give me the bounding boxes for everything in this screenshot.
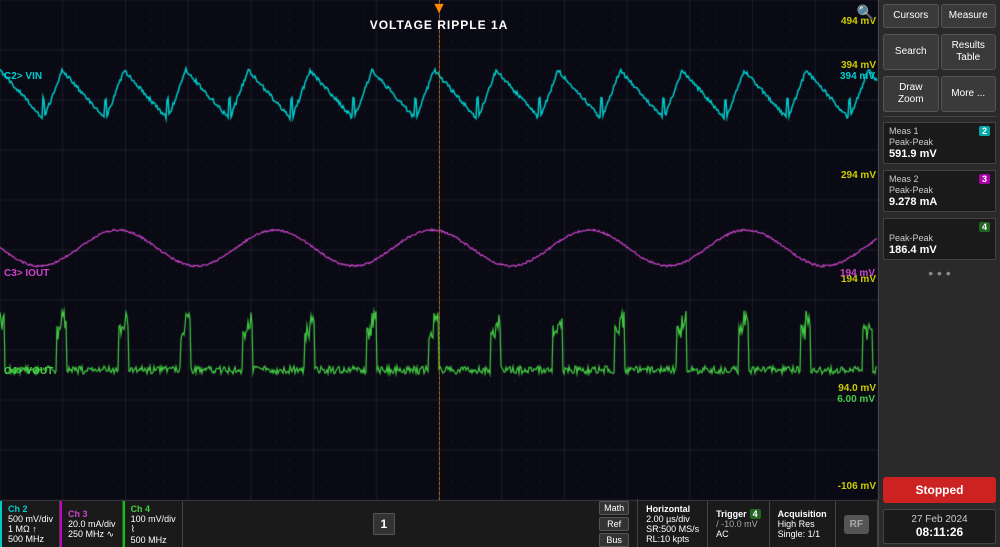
ch2-bw: 500 MHz	[8, 534, 53, 544]
status-bar: Ch 2 500 mV/div 1 MΩ ↑ 500 MHz Ch 3 20.0…	[0, 500, 878, 547]
measure-button[interactable]: Measure	[941, 4, 997, 28]
math-button[interactable]: Math	[599, 501, 629, 515]
acquisition-label: Acquisition	[778, 509, 827, 519]
top-btn-row: Cursors Measure	[879, 0, 1000, 30]
meas2-label: Meas 2	[889, 174, 919, 184]
dots-indicator: • • •	[879, 265, 1000, 283]
bus-button[interactable]: Bus	[599, 533, 629, 547]
meas1-value: 591.9 mV	[889, 148, 990, 160]
voltage-label-2: 394 mV	[841, 60, 876, 71]
horizontal-status: Horizontal 2.00 µs/div SR:500 MS/s RL:10…	[638, 501, 708, 547]
rf-section: RF	[836, 501, 878, 547]
acquisition-single: Single: 1/1	[778, 529, 827, 539]
status-mid: 1	[183, 513, 591, 535]
datetime-box: 27 Feb 2024 08:11:26	[883, 509, 996, 544]
ch3-div: 20.0 mA/div	[68, 519, 116, 529]
rp-divider-1	[883, 116, 996, 117]
meas3-type: Peak-Peak	[889, 233, 990, 243]
voltage-label-5: 94.0 mV	[838, 383, 876, 394]
ch3-status-label: Ch 3	[68, 509, 116, 519]
search-button[interactable]: Search	[883, 34, 939, 70]
rp-spacer	[879, 285, 1000, 474]
search-btn-row: Search Results Table	[879, 30, 1000, 72]
ch3-status: Ch 3 20.0 mA/div 250 MHz ∿	[60, 501, 123, 547]
more-button[interactable]: More ...	[941, 76, 997, 112]
ch4-right-label: 6.00 mV	[837, 394, 875, 405]
ch2-right-label: 394 mV	[840, 71, 875, 82]
ch4-bw: 500 MHz	[131, 535, 176, 545]
trigger-label: Trigger	[716, 509, 747, 519]
meas1-type: Peak-Peak	[889, 137, 990, 147]
scope-title: VOLTAGE RIPPLE 1A	[370, 18, 509, 32]
trigger-mode: AC	[716, 529, 761, 539]
meas2-type: Peak-Peak	[889, 185, 990, 195]
meas1-label: Meas 1	[889, 126, 919, 136]
bus-buttons: Math Ref Bus	[591, 499, 638, 547]
acquisition-mode: High Res	[778, 519, 827, 529]
search-scope-icon: 🔍	[857, 4, 874, 21]
date-display: 27 Feb 2024	[889, 514, 990, 525]
meas1-box: Meas 1 2 Peak-Peak 591.9 mV	[883, 122, 996, 164]
meas3-value: 186.4 mV	[889, 244, 990, 256]
horizontal-label: Horizontal	[646, 504, 699, 514]
draw-btn-row: Draw Zoom More ...	[879, 72, 1000, 114]
ch3-imp: 250 MHz ∿	[68, 529, 116, 540]
ch3-label: C3> IOUT	[4, 268, 49, 279]
oscilloscope-display: VOLTAGE RIPPLE 1A ▼ 494 mV 394 mV 294 mV…	[0, 0, 878, 547]
ch2-status: Ch 2 500 mV/div 1 MΩ ↑ 500 MHz	[0, 501, 60, 547]
acquisition-status: Acquisition High Res Single: 1/1	[770, 501, 836, 547]
trigger-indicator: ▼	[431, 0, 447, 18]
meas2-value: 9.278 mA	[889, 196, 990, 208]
rf-indicator: RF	[844, 515, 869, 534]
ch3-right-label: 194 mV	[840, 268, 875, 279]
right-panel: Cursors Measure Search Results Table Dra…	[878, 0, 1000, 547]
voltage-label-3: 294 mV	[841, 170, 876, 181]
trigger-status: Trigger 4 / -10.0 mV AC	[708, 501, 770, 547]
trigger-ch-badge: 4	[750, 509, 761, 519]
ch2-imp: 1 MΩ ↑	[8, 524, 53, 534]
meas1-ch: 2	[979, 126, 990, 136]
ch2-status-label: Ch 2	[8, 504, 53, 514]
meas3-ch: 4	[979, 222, 990, 232]
ch4-div: 100 mV/div	[131, 514, 176, 524]
ch2-div: 500 mV/div	[8, 514, 53, 524]
results-table-button[interactable]: Results Table	[941, 34, 997, 70]
horizontal-rl: RL:10 kpts	[646, 534, 699, 544]
meas2-ch: 3	[979, 174, 990, 184]
ch4-status: Ch 4 100 mV/div ⌇ 500 MHz	[123, 501, 183, 547]
trigger-slope: / -10.0 mV	[716, 519, 761, 529]
stopped-button[interactable]: Stopped	[883, 477, 996, 503]
ch4-label: C4> VOUT	[4, 366, 53, 377]
cursors-button[interactable]: Cursors	[883, 4, 939, 28]
time-display: 08:11:26	[889, 525, 990, 539]
horizontal-div: 2.00 µs/div	[646, 514, 699, 524]
ref-button[interactable]: Ref	[599, 517, 629, 531]
meas3-box: 4 Peak-Peak 186.4 mV	[883, 218, 996, 260]
trigger-line	[439, 0, 440, 500]
ch4-status-label: Ch 4	[131, 504, 176, 514]
ch2-label: C2> VIN	[4, 71, 42, 82]
ch1-indicator: 1	[373, 513, 395, 535]
meas2-box: Meas 2 3 Peak-Peak 9.278 mA	[883, 170, 996, 212]
draw-zoom-button[interactable]: Draw Zoom	[883, 76, 939, 112]
ch4-line2: ⌇	[131, 524, 176, 535]
horizontal-sr: SR:500 MS/s	[646, 524, 699, 534]
voltage-label-6: -106 mV	[838, 481, 876, 492]
